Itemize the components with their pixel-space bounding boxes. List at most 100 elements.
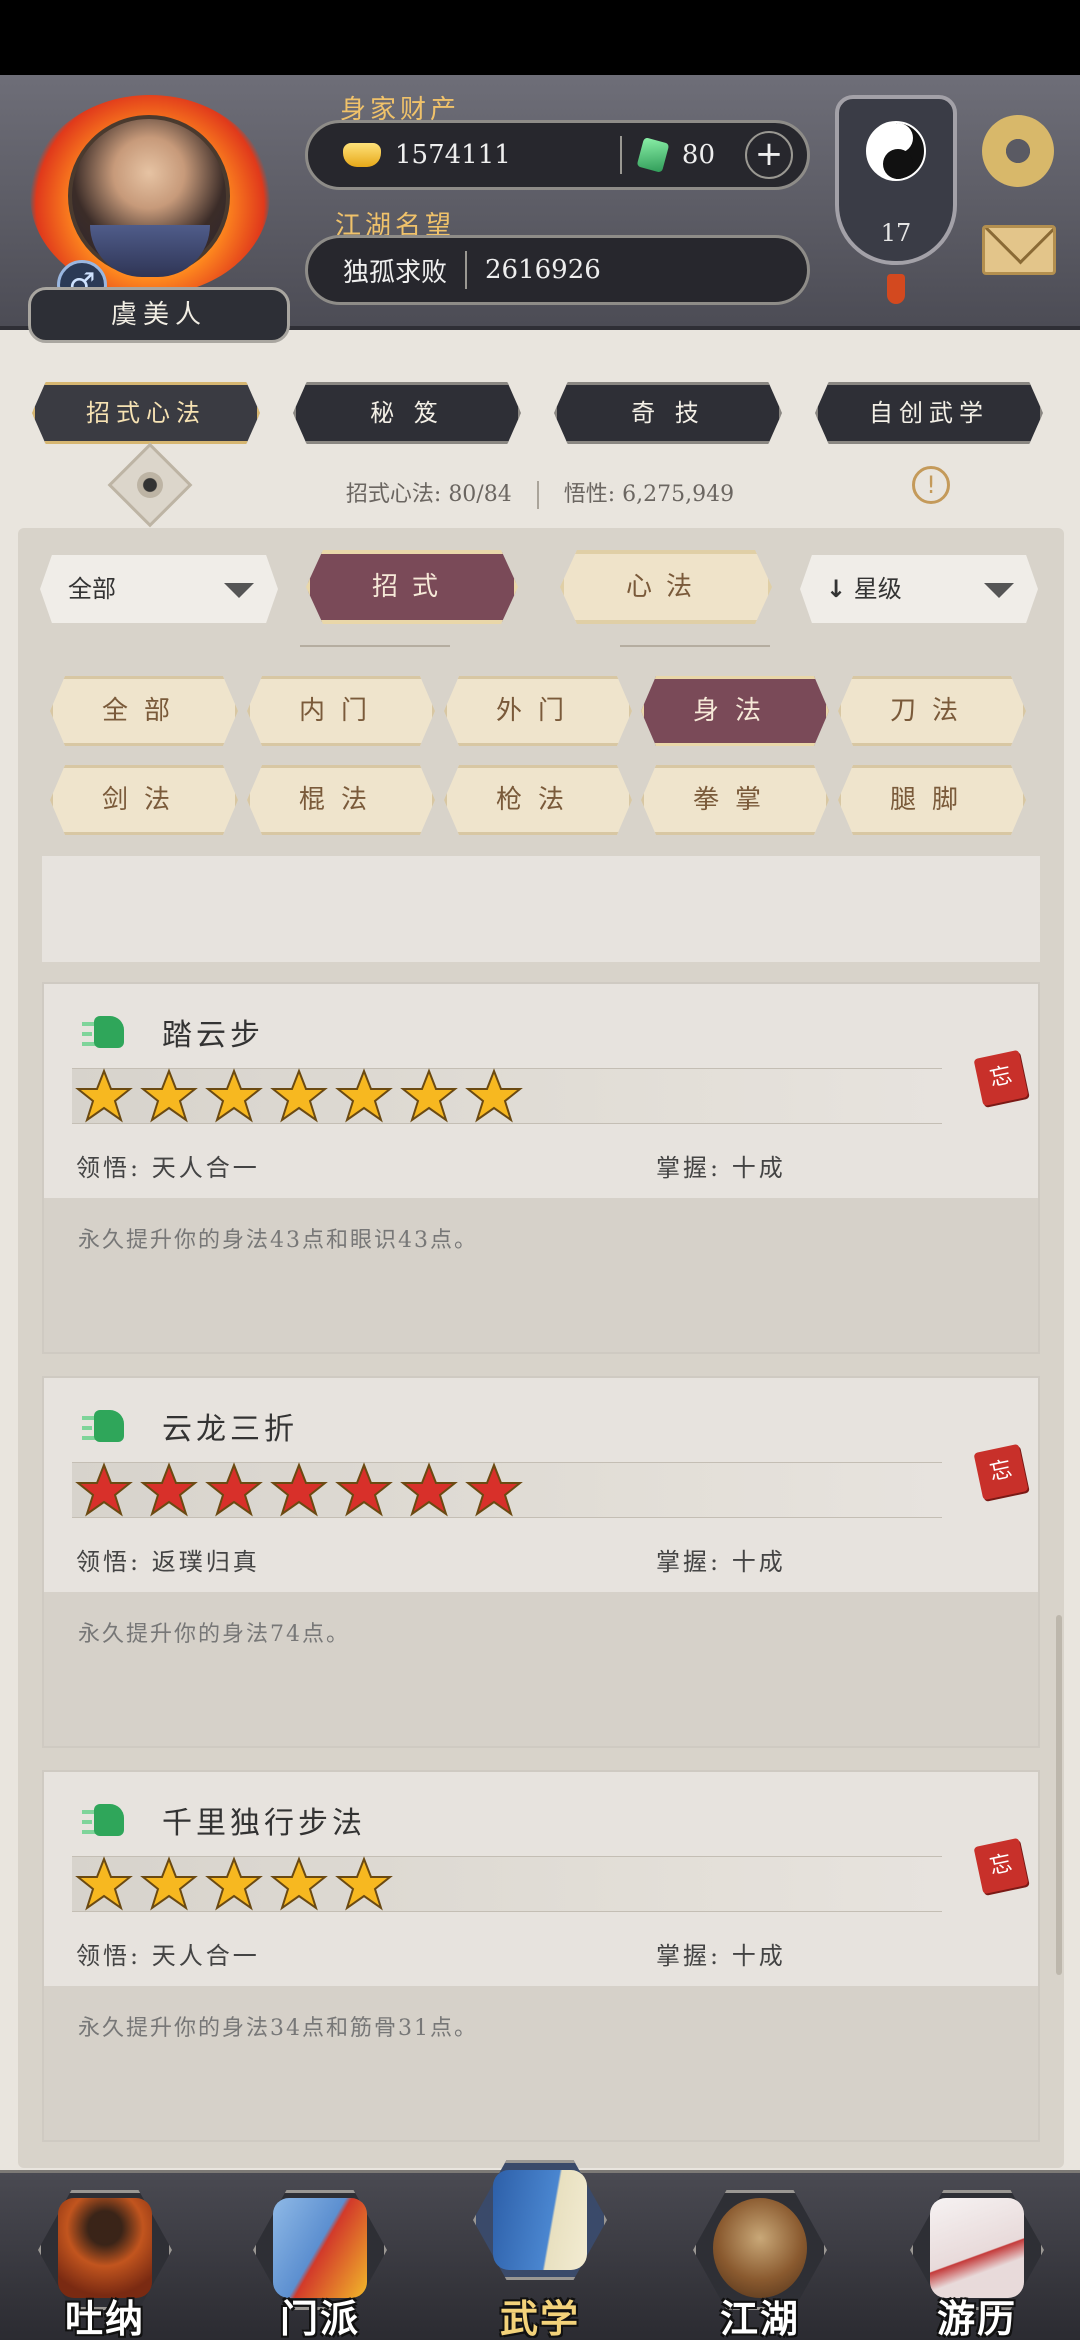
forget-button[interactable]: 忘 (973, 1837, 1029, 1895)
skill-description: 永久提升你的身法74点。 (78, 1622, 350, 1647)
sort-dropdown[interactable]: ↓ 星级 (800, 555, 1038, 623)
star-icon (75, 1856, 133, 1911)
insight-value: 返璞归真 (151, 1548, 260, 1576)
insight-value: 天人合一 (151, 1154, 260, 1182)
mastery-info: 掌握: 十成 (656, 1148, 786, 1183)
category-blade[interactable]: 刀法 (838, 676, 1026, 746)
skill-name: 踏云步 (162, 1018, 264, 1053)
fame-divider (465, 251, 468, 289)
scrollbar[interactable] (1056, 1615, 1062, 1975)
star-icon (75, 1068, 133, 1123)
taiji-icon (866, 121, 926, 181)
insight-value: 天人合一 (151, 1942, 260, 1970)
star-icon (335, 1856, 393, 1911)
nav-jianghu[interactable]: 江湖 (685, 2180, 835, 2340)
star-icon (270, 1856, 328, 1911)
ornament-divider (620, 645, 770, 647)
insight-label: 领悟: (76, 1548, 142, 1576)
skill-name: 云龙三折 (162, 1412, 298, 1447)
category-leg[interactable]: 腿脚 (838, 765, 1026, 835)
nav-breathing-label: 吐纳 (64, 2296, 145, 2340)
mastery-info: 掌握: 十成 (656, 1936, 786, 1971)
star-rating (74, 1068, 529, 1126)
category-all[interactable]: 全部 (50, 676, 238, 746)
gold-value: 1574111 (395, 140, 511, 170)
skill-name: 千里独行步法 (162, 1806, 366, 1841)
category-inner[interactable]: 内门 (247, 676, 435, 746)
mastery-info: 掌握: 十成 (656, 1542, 786, 1577)
star-icon (205, 1856, 263, 1911)
category-spear[interactable]: 枪法 (444, 765, 632, 835)
insight-label: 领悟: (76, 1154, 142, 1182)
star-icon (75, 1462, 133, 1517)
star-icon (270, 1462, 328, 1517)
category-staff[interactable]: 棍法 (247, 765, 435, 835)
category-sword[interactable]: 剑法 (50, 765, 238, 835)
comprehension-value: 6,275,949 (622, 482, 735, 507)
fame-title: 独孤求败 (343, 257, 448, 288)
skill-card[interactable]: 踏云步 领悟: 天人合一 掌握: 十成 永久提升你的身法43点和眼识43点。 忘 (42, 982, 1040, 1354)
insight-info: 领悟: 天人合一 (76, 1148, 260, 1183)
gear-icon[interactable] (982, 115, 1054, 187)
info-icon[interactable]: ! (912, 466, 950, 504)
gold-ingot-icon (343, 143, 381, 167)
nav-travel[interactable]: 游历 (902, 2180, 1052, 2340)
nav-travel-label: 游历 (936, 2296, 1017, 2340)
insight-info: 领悟: 天人合一 (76, 1936, 260, 1971)
scope-dropdown[interactable]: 全部 (40, 555, 278, 623)
tab-methods[interactable]: 心法 (560, 550, 772, 624)
star-icon (140, 1462, 198, 1517)
nav-sect[interactable]: 门派 (245, 2180, 395, 2340)
white-horse-icon (930, 2198, 1024, 2298)
tab-secret-manuals[interactable]: 秘 笈 (293, 382, 521, 444)
nav-martial-arts[interactable]: 武学 (465, 2160, 615, 2340)
moves-label: 招式心法: (345, 482, 442, 507)
mastery-label: 掌握: (656, 1942, 722, 1970)
mail-icon[interactable] (982, 225, 1056, 275)
star-icon (465, 1068, 523, 1123)
footwork-boot-icon (82, 1012, 128, 1052)
chevron-down-icon (984, 583, 1014, 598)
level-badge[interactable]: 17 (835, 95, 957, 304)
tab-moves[interactable]: 招式 (306, 550, 518, 624)
wealth-bar: 1574111 80 + (305, 120, 810, 190)
forget-button[interactable]: 忘 (973, 1443, 1029, 1501)
player-name: 虞美人 (28, 287, 290, 343)
chevron-down-icon (224, 583, 254, 598)
star-icon (465, 1462, 523, 1517)
star-icon (140, 1068, 198, 1123)
skill-card[interactable]: 云龙三折 领悟: 返璞归真 掌握: 十成 永久提升你的身法74点。 忘 (42, 1376, 1040, 1748)
skill-description: 永久提升你的身法43点和眼识43点。 (78, 1228, 478, 1253)
star-icon (205, 1462, 263, 1517)
sect-banners-icon (273, 2198, 367, 2298)
wealth-divider (619, 136, 622, 174)
category-fist-palm[interactable]: 拳掌 (641, 765, 829, 835)
insight-info: 领悟: 返璞归真 (76, 1542, 260, 1577)
nav-breathing[interactable]: 吐纳 (30, 2180, 180, 2340)
star-icon (140, 1856, 198, 1911)
category-outer[interactable]: 外门 (444, 676, 632, 746)
tab-custom-martial-arts[interactable]: 自创武学 (815, 382, 1043, 444)
nav-jianghu-label: 江湖 (719, 2296, 800, 2340)
fame-bar: 独孤求败 2616926 (305, 235, 810, 305)
tab-moves-methods[interactable]: 招式心法 (32, 382, 260, 444)
skill-card-partial (42, 856, 1040, 962)
mastery-value: 十成 (731, 1942, 786, 1970)
nav-martial-arts-label: 武学 (499, 2296, 580, 2340)
fame-value: 2616926 (485, 255, 601, 285)
sort-arrow-icon: ↓ (826, 575, 847, 603)
level-value: 17 (880, 219, 912, 247)
category-footwork[interactable]: 身法 (641, 676, 829, 746)
forget-button[interactable]: 忘 (973, 1049, 1029, 1107)
star-icon (400, 1068, 458, 1123)
tab-special-skills[interactable]: 奇 技 (554, 382, 782, 444)
player-avatar[interactable]: ♂ (30, 95, 270, 310)
skill-card[interactable]: 千里独行步法 领悟: 天人合一 掌握: 十成 永久提升你的身法34点和筋骨31点… (42, 1770, 1040, 2142)
jade-icon (636, 137, 670, 173)
mastery-value: 十成 (731, 1548, 786, 1576)
player-header: ♂ 虞美人 身家财产 1574111 80 + 江湖名望 独孤求败 261692… (0, 75, 1080, 343)
star-rating (74, 1462, 529, 1520)
mastery-label: 掌握: (656, 1154, 722, 1182)
plus-icon[interactable]: + (745, 131, 793, 179)
meditating-monk-icon (58, 2198, 152, 2298)
